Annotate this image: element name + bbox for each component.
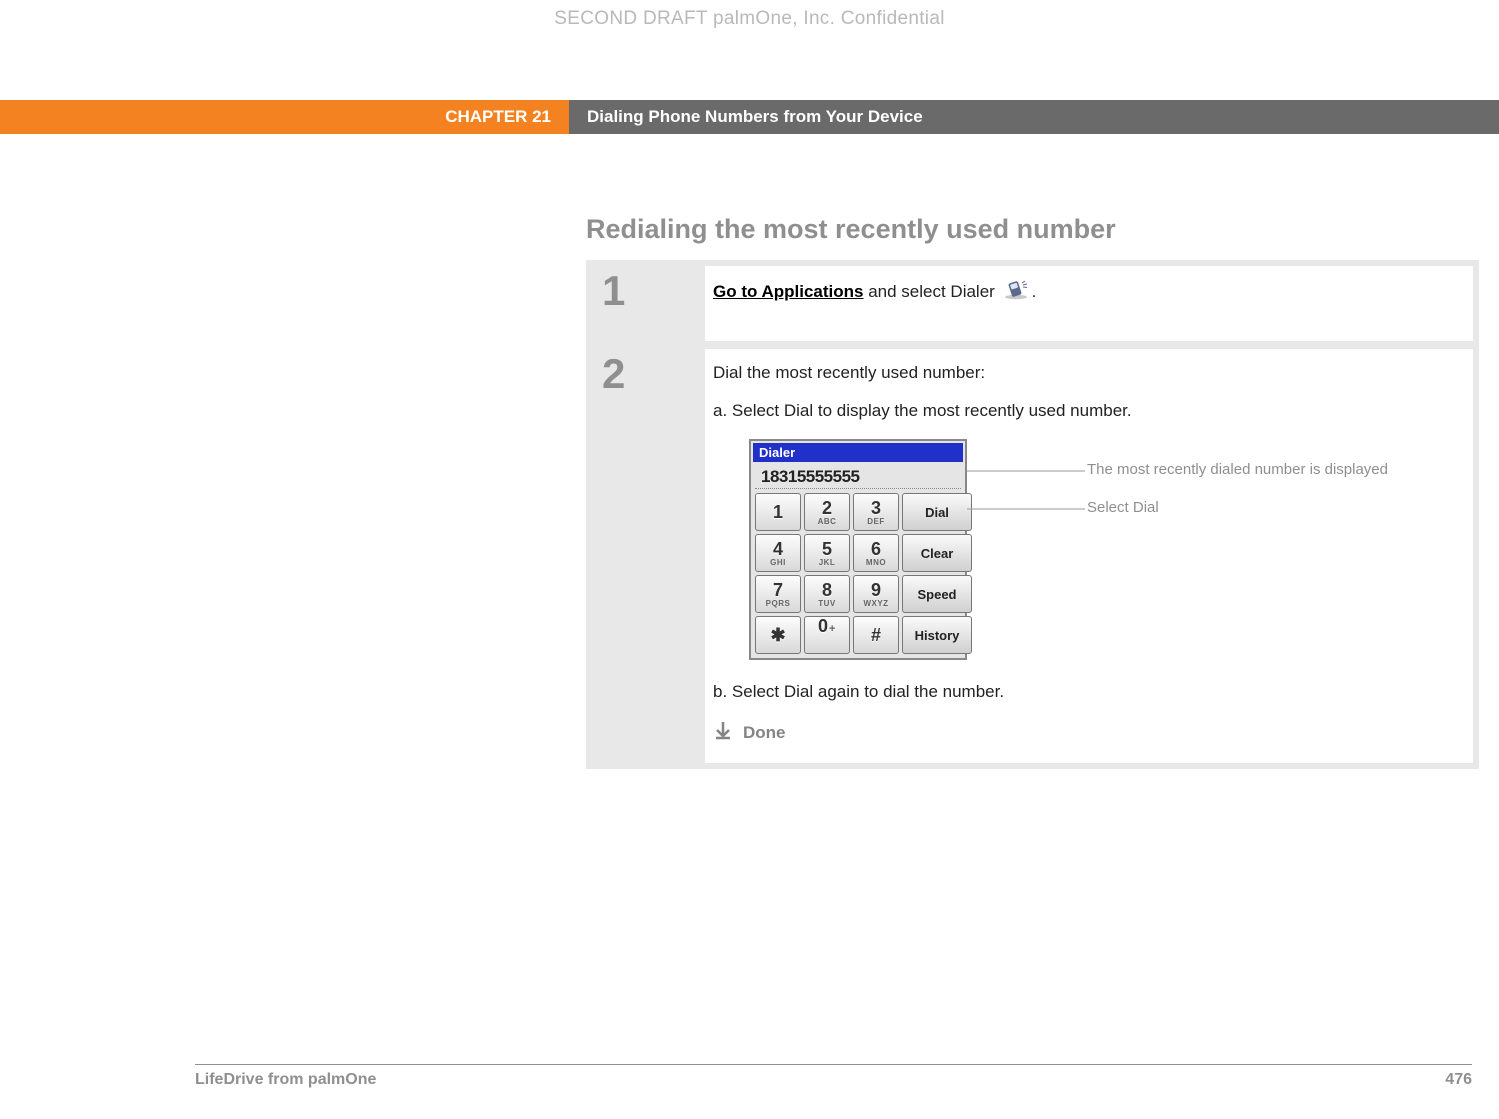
watermark-text: SECOND DRAFT palmOne, Inc. Confidential	[0, 8, 1499, 30]
key-hash-symbol: #	[871, 626, 881, 644]
dialer-screenshot: Dialer 18315555555 1 2ABC 3DEF Dial 4GHI…	[749, 439, 967, 660]
key-9-sub: WXYZ	[863, 600, 888, 608]
step-1: 1 Go to Applications and select Dialer .	[592, 266, 1473, 341]
key-7-digit: 7	[773, 581, 783, 599]
callout-dial-label: Select Dial	[1087, 499, 1159, 516]
chapter-label: CHAPTER 21	[0, 100, 569, 134]
key-8-sub: TUV	[818, 600, 836, 608]
callout-connector-lines	[967, 439, 1087, 654]
done-label: Done	[743, 723, 786, 743]
step-2-body: Dial the most recently used number: a. S…	[705, 349, 1473, 763]
key-9[interactable]: 9WXYZ	[853, 575, 899, 613]
down-arrow-icon	[713, 720, 733, 745]
step-number-1: 1	[592, 266, 697, 341]
chapter-title: Dialing Phone Numbers from Your Device	[569, 100, 1499, 134]
key-3-digit: 3	[871, 499, 881, 517]
page-footer: LifeDrive from palmOne 476	[195, 1064, 1472, 1089]
key-5[interactable]: 5JKL	[804, 534, 850, 572]
dialer-keypad: 1 2ABC 3DEF Dial 4GHI 5JKL 6MNO Clear 7P…	[751, 493, 965, 658]
key-1-digit: 1	[773, 503, 783, 521]
key-2[interactable]: 2ABC	[804, 493, 850, 531]
key-4-sub: GHI	[770, 559, 786, 567]
key-6-digit: 6	[871, 540, 881, 558]
header-bar: CHAPTER 21 Dialing Phone Numbers from Yo…	[0, 100, 1499, 134]
go-to-applications-link[interactable]: Go to Applications	[713, 282, 863, 301]
dialer-number-display: 18315555555	[755, 464, 961, 489]
step-1-body: Go to Applications and select Dialer .	[705, 266, 1473, 341]
footer-product: LifeDrive from palmOne	[195, 1071, 376, 1089]
dialer-figure: Dialer 18315555555 1 2ABC 3DEF Dial 4GHI…	[749, 439, 1457, 660]
key-7-sub: PQRS	[766, 600, 791, 608]
key-hash[interactable]: #	[853, 616, 899, 654]
dialer-phone-icon	[1002, 280, 1030, 305]
speed-button[interactable]: Speed	[902, 575, 972, 613]
step-2-item-a: a. Select Dial to display the most recen…	[713, 401, 1457, 421]
key-0[interactable]: 0+	[804, 616, 850, 654]
key-1[interactable]: 1	[755, 493, 801, 531]
key-star-symbol: ✱	[770, 626, 785, 644]
key-star[interactable]: ✱	[755, 616, 801, 654]
step-2: 2 Dial the most recently used number: a.…	[592, 349, 1473, 763]
history-button[interactable]: History	[902, 616, 972, 654]
key-4[interactable]: 4GHI	[755, 534, 801, 572]
key-3[interactable]: 3DEF	[853, 493, 899, 531]
key-7[interactable]: 7PQRS	[755, 575, 801, 613]
step-2-intro: Dial the most recently used number:	[713, 363, 1457, 383]
key-4-digit: 4	[773, 540, 783, 558]
key-5-digit: 5	[822, 540, 832, 558]
clear-button[interactable]: Clear	[902, 534, 972, 572]
footer-page-number: 476	[1445, 1071, 1472, 1089]
key-9-digit: 9	[871, 581, 881, 599]
section-heading: Redialing the most recently used number	[586, 214, 1116, 245]
key-2-sub: ABC	[818, 518, 837, 526]
step-number-2: 2	[592, 349, 697, 763]
dial-button[interactable]: Dial	[902, 493, 972, 531]
steps-panel: 1 Go to Applications and select Dialer .…	[586, 260, 1479, 769]
done-indicator: Done	[713, 720, 1457, 745]
key-0-sub: +	[829, 624, 836, 635]
key-8-digit: 8	[822, 581, 832, 599]
step-1-period: .	[1032, 282, 1037, 301]
key-6[interactable]: 6MNO	[853, 534, 899, 572]
key-2-digit: 2	[822, 499, 832, 517]
key-5-sub: JKL	[819, 559, 836, 567]
key-6-sub: MNO	[866, 559, 886, 567]
key-8[interactable]: 8TUV	[804, 575, 850, 613]
callout-display-label: The most recently dialed number is displ…	[1087, 461, 1388, 478]
key-3-sub: DEF	[867, 518, 885, 526]
step-2-item-b: b. Select Dial again to dial the number.	[713, 682, 1457, 702]
key-0-digit: 0	[818, 617, 828, 635]
dialer-titlebar: Dialer	[753, 443, 963, 462]
step-1-trail: and select Dialer	[863, 282, 999, 301]
